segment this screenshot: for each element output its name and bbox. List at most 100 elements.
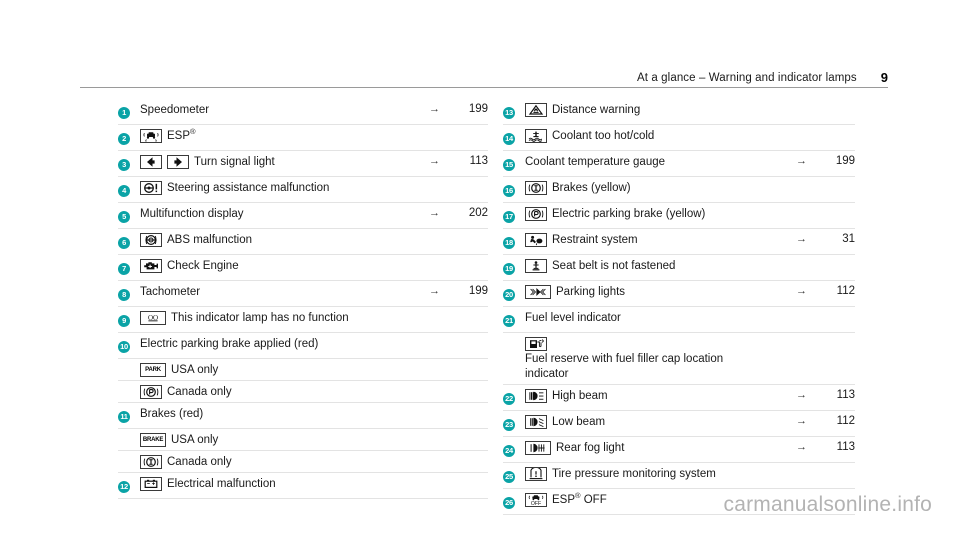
page-reference: → 202 — [396, 206, 488, 219]
brake-circle-icon — [140, 455, 162, 469]
legend-label: Tire pressure monitoring system — [552, 468, 716, 480]
legend-content: BRAKE USA only — [140, 432, 396, 448]
legend-label: Speedometer — [140, 104, 210, 116]
legend-row: Canada only — [118, 381, 488, 403]
legend-label: This indicator lamp has no function — [171, 312, 349, 324]
legend-label: Coolant too hot/cold — [552, 130, 655, 142]
legend-row: 22 High beam → 113 — [503, 385, 855, 411]
svg-text:OFF: OFF — [531, 501, 541, 506]
legend-label: Electric parking brake applied (red) — [140, 338, 319, 350]
legend-row: 21 Fuel level indicator — [503, 307, 855, 333]
reference-page-number: 113 — [836, 389, 855, 401]
legend-label: Canada only — [167, 386, 232, 398]
legend-number-badge: 19 — [503, 262, 515, 275]
legend-content: Tachometer — [140, 284, 396, 300]
arrow-right-icon: → — [429, 155, 440, 167]
arrow-right-icon: → — [796, 415, 807, 427]
legend-number-cell: 17 — [503, 206, 525, 226]
legend-content: Coolant too hot/cold — [525, 128, 763, 144]
esp-icon — [140, 129, 162, 143]
legend-content: Steering assistance malfunction — [140, 180, 396, 196]
legend-label: Distance warning — [552, 104, 641, 116]
legend-content: Low beam — [525, 414, 763, 430]
legend-content: Distance warning — [525, 102, 763, 118]
legend-number-cell: 21 — [503, 310, 525, 330]
legend-row: 18 Restraint system → 31 — [503, 229, 855, 255]
legend-row: 16 Brakes (yellow) — [503, 177, 855, 203]
legend-content: Tire pressure monitoring system — [525, 466, 763, 482]
reference-page-number: 199 — [468, 285, 488, 297]
page-reference — [396, 384, 488, 385]
legend-row: 15 Coolant temperature gauge → 199 — [503, 151, 855, 177]
legend-content: Parking lights — [525, 284, 763, 300]
watermark: carmanualsonline.info — [723, 493, 932, 516]
page-reference: → 112 — [763, 414, 855, 427]
legend-row: 9 OO This indicator lamp has no function — [118, 307, 488, 333]
legend-number-badge: 24 — [503, 444, 515, 457]
page-reference — [763, 466, 855, 467]
legend-number-badge: 12 — [118, 480, 130, 493]
legend-row: 25 Tire pressure monitoring system — [503, 463, 855, 489]
esp-off-icon: OFF — [525, 493, 547, 507]
legend-number-cell: 14 — [503, 128, 525, 148]
legend-number-cell — [118, 454, 140, 456]
legend-number-cell: 22 — [503, 388, 525, 408]
rear-fog-icon — [525, 441, 551, 455]
legend-row: Fuel reserve with fuel filler cap locati… — [503, 333, 855, 385]
fuel-reserve-icon — [525, 337, 547, 351]
legend-row: 11 Brakes (red) — [118, 403, 488, 429]
parking-brake-p-icon — [525, 207, 547, 221]
page-reference — [396, 432, 488, 433]
legend-label: Restraint system — [552, 234, 638, 246]
legend-label: ESP® — [167, 127, 196, 142]
arrow-right-icon: → — [429, 285, 440, 297]
page-reference: → 31 — [763, 232, 855, 245]
legend-row: 1 Speedometer → 199 — [118, 99, 488, 125]
arrow-right-icon: → — [796, 389, 807, 401]
page-reference — [396, 476, 488, 477]
legend-row: 17 Electric parking brake (yellow) — [503, 203, 855, 229]
legend-number-badge: 10 — [118, 340, 130, 353]
legend-number-badge: 3 — [118, 158, 130, 171]
legend-number-cell: 20 — [503, 284, 525, 304]
legend-row: 20 Parking lights → 112 — [503, 281, 855, 307]
legend-number-cell: 6 — [118, 232, 140, 252]
legend-label: Fuel reserve with fuel filler cap locati… — [525, 353, 724, 380]
legend-number-badge: 8 — [118, 288, 130, 301]
legend-number-badge: 23 — [503, 418, 515, 431]
legend-content: Brakes (yellow) — [525, 180, 763, 196]
legend-number-cell: 19 — [503, 258, 525, 278]
legend-label: High beam — [552, 390, 608, 402]
reference-page-number: 199 — [835, 155, 855, 167]
legend-number-badge: 16 — [503, 184, 515, 197]
legend-number-cell — [118, 432, 140, 434]
legend-content: Restraint system — [525, 232, 763, 248]
legend-content: Turn signal light — [140, 154, 396, 170]
legend-label: Rear fog light — [556, 442, 625, 454]
page-reference — [763, 258, 855, 259]
legend-content: Brakes (red) — [140, 406, 396, 422]
legend-row: PARK USA only — [118, 359, 488, 381]
legend-number-badge: 20 — [503, 288, 515, 301]
restraint-system-icon — [525, 233, 547, 247]
page-reference — [396, 232, 488, 233]
reference-page-number: 31 — [842, 233, 855, 245]
park-text-icon: PARK — [140, 363, 166, 377]
legend-number-cell: 9 — [118, 310, 140, 330]
legend-number-badge: 26 — [503, 496, 515, 509]
legend-number-badge: 17 — [503, 210, 515, 223]
legend-number-cell: 11 — [118, 406, 140, 426]
legend-number-badge: 21 — [503, 314, 515, 327]
legend-number-cell: 8 — [118, 284, 140, 304]
reference-page-number: 112 — [836, 415, 855, 427]
legend-row: 4 Steering assistance malfunction — [118, 177, 488, 203]
legend-row: 2 ESP® — [118, 125, 488, 151]
legend-number-badge: 18 — [503, 236, 515, 249]
page-reference — [763, 310, 855, 311]
legend-columns: 1 Speedometer → 199 2 ESP® 3 Turn signal light →… — [0, 99, 960, 515]
legend-number-cell: 1 — [118, 102, 140, 122]
arrow-right-icon: → — [429, 103, 440, 115]
page-reference: → 113 — [396, 154, 488, 167]
page-reference: → 113 — [763, 440, 855, 453]
legend-row: Canada only — [118, 451, 488, 473]
